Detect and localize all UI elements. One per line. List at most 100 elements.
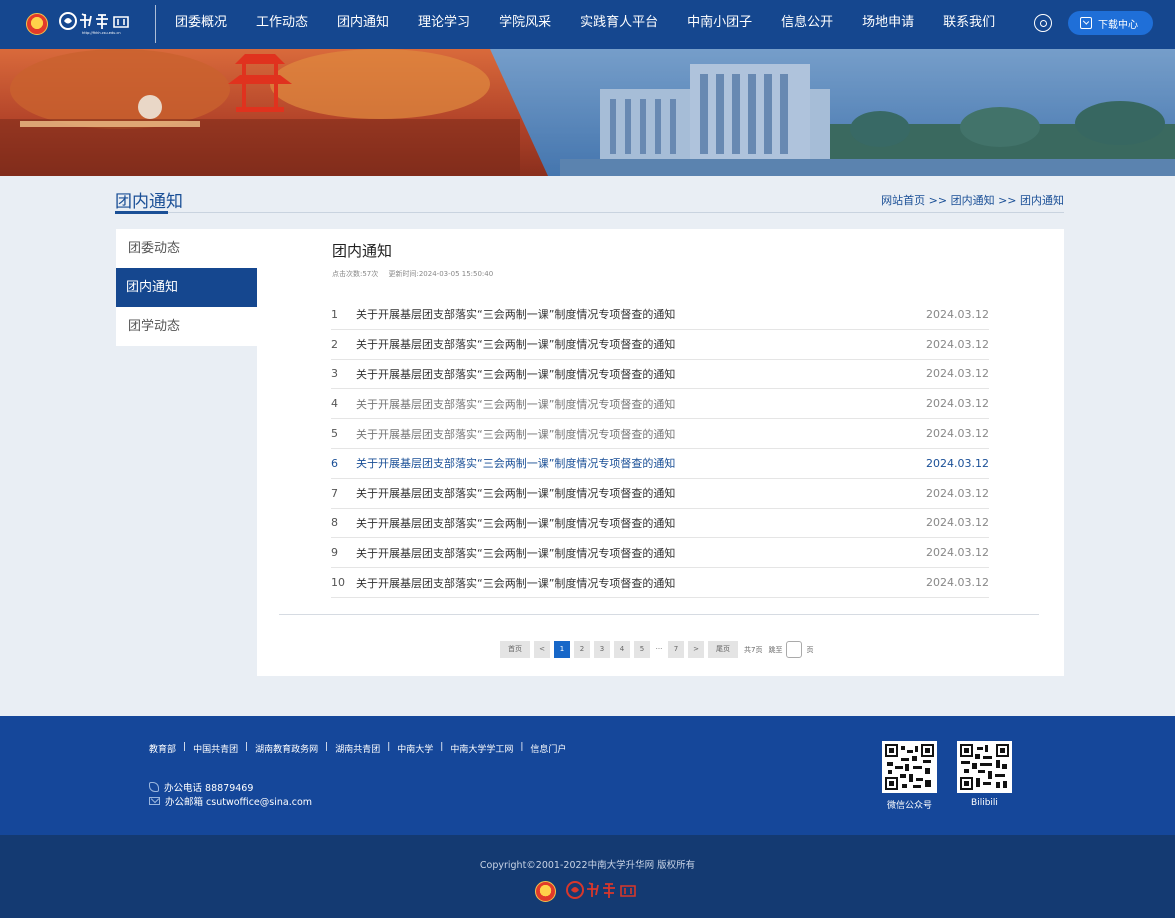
nav-item-zhongnan-tuanzi[interactable]: 中南小团子 [687, 0, 752, 49]
notice-number: 2 [331, 337, 338, 351]
footer-link[interactable]: 中国共青团 [193, 742, 238, 755]
banner-image [0, 49, 1175, 176]
notice-row[interactable]: 4 关于开展基层团支部落实“三会两制一课”制度情况专项督查的通知 2024.03… [331, 389, 989, 420]
nav-item-work-news[interactable]: 工作动态 [256, 0, 308, 49]
next-page-button[interactable]: > [688, 641, 704, 658]
nav-item-info-disclosure[interactable]: 信息公开 [781, 0, 833, 49]
notice-number: 9 [331, 546, 338, 560]
office-email[interactable]: 办公邮箱 csutwoffice@sina.com [165, 794, 312, 808]
footer: 教育部 | 中国共青团 | 湖南教育政务网 | 湖南共青团 | 中南大学 | 中… [0, 716, 1175, 835]
notice-number: 5 [331, 427, 338, 441]
notice-title[interactable]: 关于开展基层团支部落实“三会两制一课”制度情况专项督查的通知 [356, 455, 926, 471]
notice-title[interactable]: 关于开展基层团支部落实“三会两制一课”制度情况专项督查的通知 [356, 306, 926, 322]
footer-links: 教育部 | 中国共青团 | 湖南教育政务网 | 湖南共青团 | 中南大学 | 中… [149, 742, 566, 755]
jump-page-input[interactable] [786, 641, 803, 658]
footer-bottom: Copyright©2001-2022中南大学升华网 版权所有 [0, 835, 1175, 918]
notice-row[interactable]: 8 关于开展基层团支部落实“三会两制一课”制度情况专项督查的通知 2024.03… [331, 509, 989, 539]
notice-row[interactable]: 3 关于开展基层团支部落实“三会两制一课”制度情况专项督查的通知 2024.03… [331, 360, 989, 390]
footer-emblem-logo [535, 881, 556, 902]
notice-date: 2024.03.12 [926, 427, 989, 441]
notice-number: 3 [331, 367, 338, 381]
notice-title[interactable]: 关于开展基层团支部落实“三会两制一课”制度情况专项督查的通知 [356, 396, 926, 412]
notice-title[interactable]: 关于开展基层团支部落实“三会两制一课”制度情况专项督查的通知 [356, 426, 926, 442]
nav-item-college-style[interactable]: 学院风采 [499, 0, 551, 49]
notice-number: 10 [331, 576, 345, 590]
page-button[interactable]: 5 [634, 641, 650, 658]
jump-to-label: 跳至 [768, 645, 783, 654]
footer-link[interactable]: 中南大学学工网 [450, 742, 513, 755]
footer-link[interactable]: 教育部 [149, 742, 176, 755]
notice-row[interactable]: 1 关于开展基层团支部落实“三会两制一课”制度情况专项督查的通知 2024.03… [331, 300, 989, 330]
link-separator: | [183, 742, 187, 752]
wechat-qr: 微信公众号 [882, 741, 937, 811]
notice-date: 2024.03.12 [926, 516, 989, 530]
notice-title[interactable]: 关于开展基层团支部落实“三会两制一课”制度情况专项督查的通知 [356, 366, 926, 382]
link-separator: | [440, 742, 444, 752]
wechat-qr-label: 微信公众号 [886, 801, 932, 811]
download-center-button[interactable]: 下载中心 [1068, 11, 1153, 35]
notice-date: 2024.03.12 [926, 456, 989, 470]
footer-link[interactable]: 信息门户 [530, 742, 566, 755]
download-icon [1080, 17, 1092, 29]
sidebar-item-student-news[interactable]: 团学动态 [116, 307, 257, 346]
notice-number: 6 [331, 456, 338, 470]
footer-link[interactable]: 湖南共青团 [335, 742, 380, 755]
notice-title[interactable]: 关于开展基层团支部落实“三会两制一课”制度情况专项督查的通知 [356, 545, 926, 561]
notice-row-hovered[interactable]: 6 关于开展基层团支部落实“三会两制一课”制度情况专项督查的通知 2024.03… [331, 449, 989, 479]
qr-code-icon [882, 741, 937, 793]
nav-item-venue-request[interactable]: 场地申请 [862, 0, 914, 49]
notice-number: 4 [331, 397, 338, 411]
page-button-last-number[interactable]: 7 [668, 641, 684, 658]
notice-row[interactable]: 9 关于开展基层团支部落实“三会两制一课”制度情况专项督查的通知 2024.03… [331, 538, 989, 569]
league-emblem-logo[interactable] [26, 13, 48, 35]
page-button[interactable]: 2 [574, 641, 590, 658]
content-panel: 团内通知 点击次数:57次 更新时间:2024-03-05 15:50:40 1… [257, 229, 1064, 676]
sidebar-item-league-notices[interactable]: 团内通知 [116, 268, 257, 307]
notice-list: 1 关于开展基层团支部落实“三会两制一课”制度情况专项督查的通知 2024.03… [331, 300, 989, 598]
section-title: 团内通知 [115, 192, 183, 212]
notice-row[interactable]: 7 关于开展基层团支部落实“三会两制一课”制度情况专项督查的通知 2024.03… [331, 479, 989, 509]
page-ellipsis: ··· [655, 645, 663, 653]
bilibili-qr: Bilibili [957, 741, 1012, 808]
notice-title[interactable]: 关于开展基层团支部落实“三会两制一课”制度情况专项督查的通知 [356, 575, 926, 591]
prev-page-button[interactable]: < [534, 641, 550, 658]
pagination: 首页 < 1 2 3 4 5 ··· 7 > 尾页 共7页 跳至 页 [500, 641, 813, 658]
page-button-current[interactable]: 1 [554, 641, 570, 658]
main-nav: 团委概况 工作动态 团内通知 理论学习 学院风采 实践育人平台 中南小团子 信息… [175, 0, 1024, 49]
nav-item-theory-study[interactable]: 理论学习 [418, 0, 470, 49]
notice-date: 2024.03.12 [926, 337, 989, 351]
site-logo[interactable]: http://fhhh.csu.edu.cn [58, 10, 138, 36]
page-button[interactable]: 3 [594, 641, 610, 658]
notice-row[interactable]: 5 关于开展基层团支部落实“三会两制一课”制度情况专项督查的通知 2024.03… [331, 419, 989, 449]
nav-item-practice-platform[interactable]: 实践育人平台 [580, 0, 658, 49]
sidebar-item-league-news[interactable]: 团委动态 [116, 229, 257, 268]
footer-link[interactable]: 湖南教育政务网 [255, 742, 318, 755]
link-separator: | [325, 742, 329, 752]
notice-row[interactable]: 2 关于开展基层团支部落实“三会两制一课”制度情况专项督查的通知 2024.03… [331, 330, 989, 360]
nav-item-league-notices[interactable]: 团内通知 [337, 0, 389, 49]
article-meta: 点击次数:57次 更新时间:2024-03-05 15:50:40 [332, 269, 501, 279]
page-button[interactable]: 4 [614, 641, 630, 658]
breadcrumb[interactable]: 网站首页 >> 团内通知 >> 团内通知 [881, 192, 1064, 208]
nav-item-overview[interactable]: 团委概况 [175, 0, 227, 49]
notice-number: 1 [331, 307, 338, 321]
link-separator: | [245, 742, 249, 752]
notice-date: 2024.03.12 [926, 546, 989, 560]
link-separator: | [520, 742, 524, 752]
notice-date: 2024.03.12 [926, 576, 989, 590]
mail-icon [149, 797, 160, 805]
last-page-button[interactable]: 尾页 [708, 641, 738, 658]
office-phone: 办公电话 88879469 [164, 783, 254, 794]
nav-item-contact[interactable]: 联系我们 [943, 0, 995, 49]
notice-row[interactable]: 10 关于开展基层团支部落实“三会两制一课”制度情况专项督查的通知 2024.0… [331, 568, 989, 598]
notice-title[interactable]: 关于开展基层团支部落实“三会两制一课”制度情况专项督查的通知 [356, 485, 926, 501]
notice-date: 2024.03.12 [926, 307, 989, 321]
first-page-button[interactable]: 首页 [500, 641, 530, 658]
notice-date: 2024.03.12 [926, 397, 989, 411]
search-icon[interactable] [1034, 14, 1052, 32]
phone-icon [149, 782, 159, 792]
contact-info: 办公电话 88879469 办公邮箱 csutwoffice@sina.com [149, 780, 312, 808]
notice-title[interactable]: 关于开展基层团支部落实“三会两制一课”制度情况专项督查的通知 [356, 515, 926, 531]
footer-link[interactable]: 中南大学 [397, 742, 433, 755]
notice-title[interactable]: 关于开展基层团支部落实“三会两制一课”制度情况专项督查的通知 [356, 336, 926, 352]
